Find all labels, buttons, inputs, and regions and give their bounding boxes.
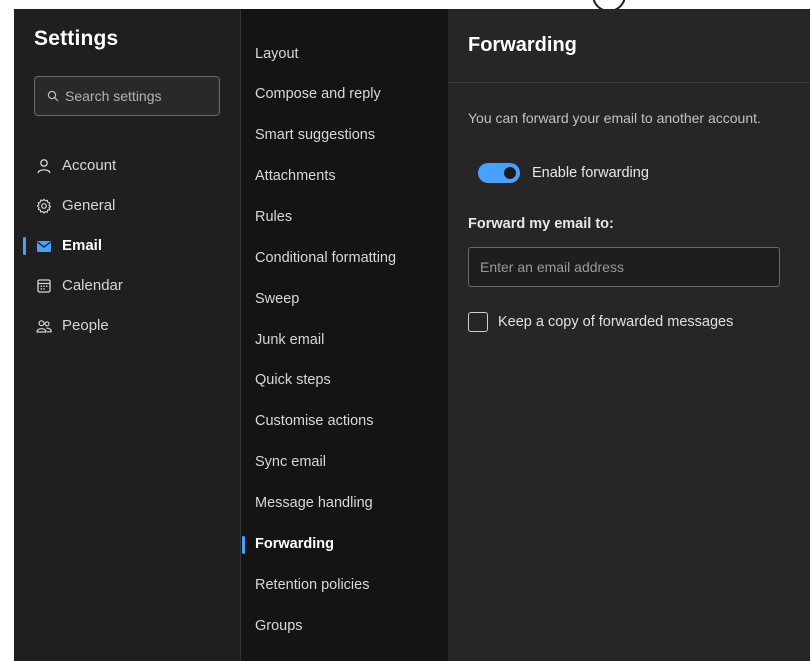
email-settings-item-label: Customise actions <box>255 413 374 429</box>
nav-item-account[interactable]: Account <box>14 151 240 181</box>
nav-item-label: People <box>62 317 109 334</box>
email-settings-item-label: Conditional formatting <box>255 250 397 266</box>
email-settings-item-smart-suggestions[interactable]: Smart suggestions <box>241 121 448 151</box>
email-settings-item-label: Quick steps <box>255 372 331 388</box>
email-settings-item-label: Rules <box>255 209 293 225</box>
search-icon <box>47 90 59 102</box>
person-icon <box>36 158 52 174</box>
nav-item-people[interactable]: People <box>14 311 240 341</box>
search-box[interactable] <box>34 76 220 116</box>
toggle-label: Enable forwarding <box>532 165 649 181</box>
forwarding-description: You can forward your email to another ac… <box>468 110 761 126</box>
forward-to-label: Forward my email to: <box>468 216 614 232</box>
settings-window: Settings Account <box>14 9 810 661</box>
keep-copy-label: Keep a copy of forwarded messages <box>498 314 734 330</box>
nav-item-label: Calendar <box>62 277 123 294</box>
email-settings-item-retention-policies[interactable]: Retention policies <box>241 571 448 601</box>
settings-nav: Settings Account <box>14 9 240 661</box>
email-settings-item-groups[interactable]: Groups <box>241 612 448 642</box>
active-indicator <box>242 536 245 554</box>
gear-icon <box>36 198 52 214</box>
email-settings-item-label: Layout <box>255 46 299 62</box>
email-settings-item-label: Junk email <box>255 332 325 348</box>
nav-item-label: General <box>62 197 116 214</box>
forward-email-input[interactable] <box>468 247 780 287</box>
email-settings-item-junk-email[interactable]: Junk email <box>241 326 448 356</box>
email-settings-item-sweep[interactable]: Sweep <box>241 285 448 315</box>
nav-item-email[interactable]: Email <box>14 231 240 261</box>
enable-forwarding-toggle[interactable]: Enable forwarding <box>478 161 649 185</box>
email-settings-item-label: Compose and reply <box>255 86 381 102</box>
email-settings-item-label: Forwarding <box>255 536 334 552</box>
email-settings-list: Layout Compose and reply Smart suggestio… <box>240 9 448 661</box>
nav-item-label: Account <box>62 157 117 174</box>
email-settings-item-quick-steps[interactable]: Quick steps <box>241 366 448 396</box>
forwarding-pane: Forwarding You can forward your email to… <box>448 9 810 661</box>
email-settings-item-label: Sync email <box>255 454 326 470</box>
email-settings-item-label: Attachments <box>255 168 336 184</box>
page-title: Forwarding <box>468 34 577 56</box>
keep-copy-option[interactable]: Keep a copy of forwarded messages <box>468 310 733 334</box>
email-settings-item-label: Message handling <box>255 495 373 511</box>
email-settings-item-label: Retention policies <box>255 577 370 593</box>
people-icon <box>36 318 52 334</box>
email-settings-item-compose-and-reply[interactable]: Compose and reply <box>241 80 448 110</box>
email-settings-item-customise-actions[interactable]: Customise actions <box>241 407 448 437</box>
email-settings-item-label: Groups <box>255 618 303 634</box>
nav-item-label: Email <box>62 237 103 254</box>
nav-item-calendar[interactable]: Calendar <box>14 271 240 301</box>
email-settings-item-label: Sweep <box>255 291 300 307</box>
mail-icon <box>36 238 52 254</box>
settings-title: Settings <box>34 27 119 50</box>
nav-item-general[interactable]: General <box>14 191 240 221</box>
keep-copy-checkbox[interactable] <box>468 312 488 332</box>
calendar-icon <box>36 278 52 294</box>
toggle-switch[interactable] <box>478 163 520 183</box>
email-settings-item-conditional-formatting[interactable]: Conditional formatting <box>241 244 448 274</box>
pane-header: Forwarding <box>448 9 810 83</box>
email-settings-item-attachments[interactable]: Attachments <box>241 162 448 192</box>
email-settings-item-message-handling[interactable]: Message handling <box>241 489 448 519</box>
toggle-knob <box>504 167 516 179</box>
email-settings-item-sync-email[interactable]: Sync email <box>241 448 448 478</box>
search-input[interactable] <box>65 88 215 104</box>
email-settings-item-rules[interactable]: Rules <box>241 203 448 233</box>
email-settings-item-label: Smart suggestions <box>255 127 376 143</box>
email-settings-item-forwarding[interactable]: Forwarding <box>241 530 448 560</box>
active-indicator <box>23 237 26 255</box>
email-settings-item-layout[interactable]: Layout <box>241 40 448 70</box>
